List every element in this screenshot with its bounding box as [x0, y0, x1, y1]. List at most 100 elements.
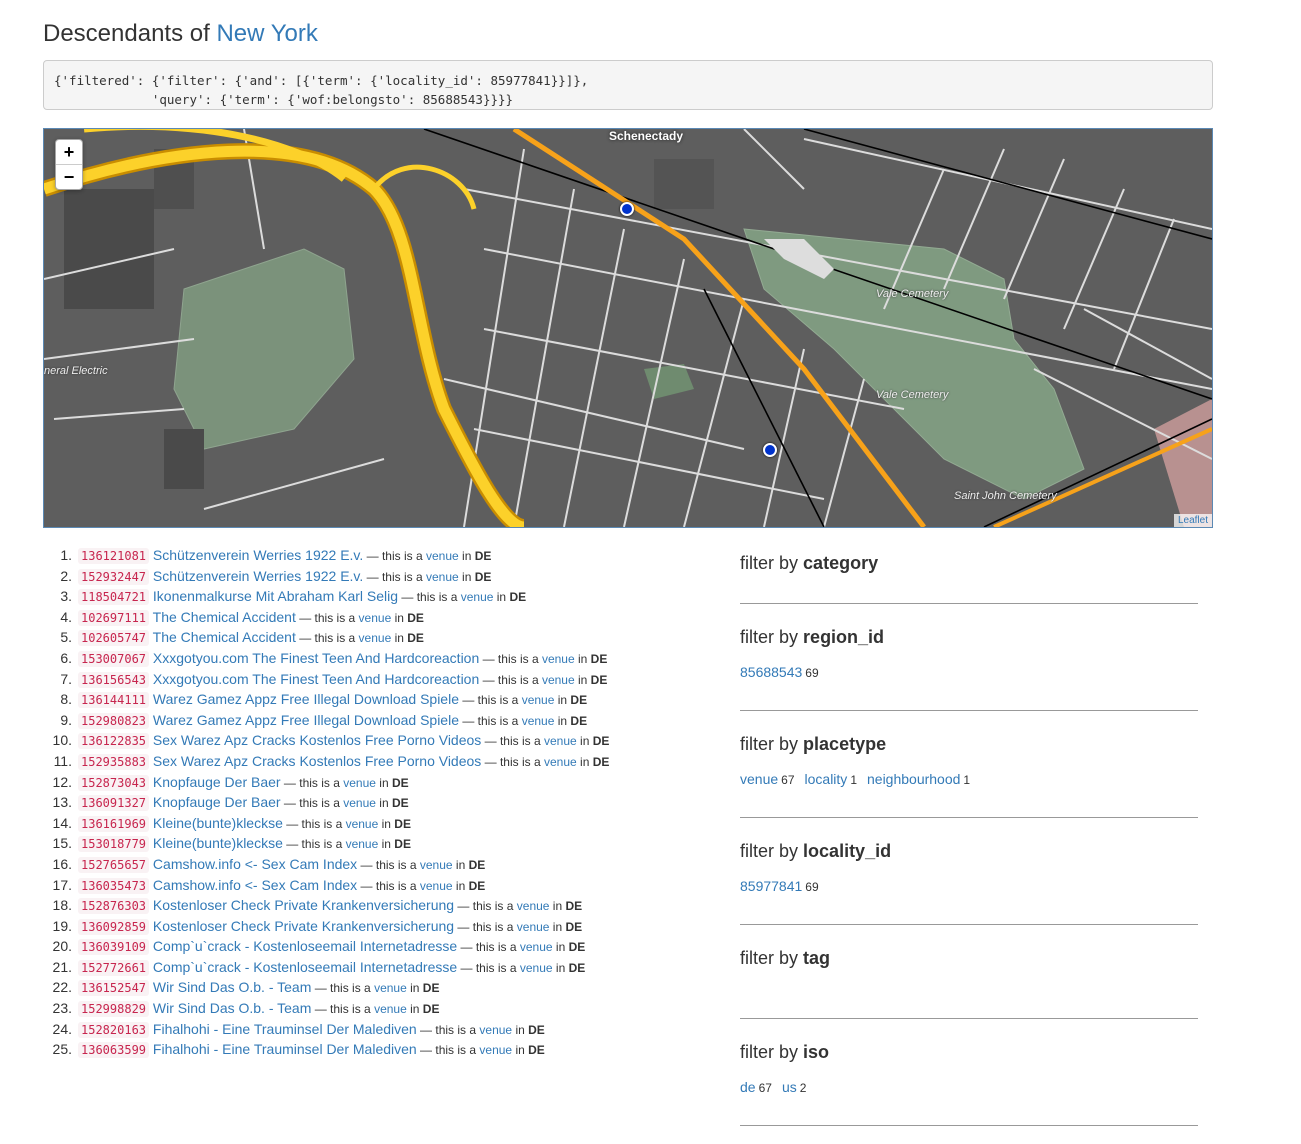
facet-prefix: filter by	[740, 1042, 799, 1062]
placetype-link[interactable]: venue	[479, 1043, 512, 1057]
list-item: 18. 152876303 Kostenloser Check Private K…	[53, 895, 609, 916]
placetype-link[interactable]: venue	[522, 693, 555, 707]
map[interactable]: Schenectady neral Electric Vale Cemetery…	[43, 128, 1213, 528]
wof-id: 136122835	[78, 733, 150, 750]
map-attribution-link[interactable]: Leaflet	[1173, 514, 1212, 527]
place-name-link[interactable]: Knopfauge Der Baer	[153, 774, 281, 790]
list-item: 6. 153007067 Xxxgotyou.com The Finest Tee…	[60, 648, 609, 669]
placetype-link[interactable]: venue	[461, 590, 494, 604]
facet-value-link[interactable]: de	[740, 1079, 756, 1095]
meta-sep: — this is a	[357, 857, 420, 872]
item-meta: — this is a venue in DE	[459, 714, 587, 728]
facet-values: de 67 us 2	[740, 1077, 1198, 1098]
placetype-link[interactable]: venue	[542, 652, 575, 666]
meta-sep: — this is a	[282, 837, 346, 852]
facet-value-link[interactable]: 85688543	[740, 664, 802, 680]
meta-sep: — this is a	[416, 1043, 480, 1058]
place-name-link[interactable]: Kostenloser Check Private Krankenversich…	[153, 918, 454, 934]
placetype-link[interactable]: venue	[479, 1023, 512, 1037]
place-name-link[interactable]: Sex Warez Apz Cracks Kostenlos Free Porn…	[153, 753, 481, 769]
meta-sep: — this is a	[363, 549, 426, 563]
placetype-link[interactable]: venue	[522, 714, 555, 728]
iso-code: DE	[474, 549, 492, 563]
place-name-link[interactable]: Fihalhohi - Eine Trauminsel Der Maledive…	[153, 1041, 417, 1057]
placetype-link[interactable]: venue	[426, 570, 459, 584]
meta-in: in	[375, 775, 392, 790]
place-name-link[interactable]: The Chemical Accident	[153, 629, 296, 645]
place-name-link[interactable]: Warez Gamez Appz Free Illegal Download S…	[153, 712, 459, 728]
place-name-link[interactable]: Wir Sind Das O.b. - Team	[153, 979, 311, 995]
place-name-link[interactable]: Comp`u`crack - Kostenloseemail Interneta…	[153, 938, 457, 954]
item-meta: — this is a venue in DE	[457, 961, 586, 975]
placetype-link[interactable]: venue	[542, 673, 575, 687]
place-name-link[interactable]: Camshow.info <- Sex Cam Index	[153, 856, 357, 872]
facet-tag: filter by tag	[740, 943, 1198, 1019]
facet-value-link[interactable]: 85977841	[740, 878, 802, 894]
placetype-link[interactable]: venue	[374, 1002, 407, 1016]
item-number: 15.	[52, 835, 72, 852]
placetype-link[interactable]: venue	[520, 961, 553, 975]
placetype-link[interactable]: venue	[544, 734, 577, 748]
item-meta: — this is a venue in DE	[363, 570, 492, 584]
place-name-link[interactable]: Camshow.info <- Sex Cam Index	[153, 877, 357, 893]
list-item: 21. 152772661 Comp`u`crack - Kostenloseem…	[53, 957, 609, 978]
placetype-link[interactable]: venue	[520, 940, 553, 954]
list-item: 8. 136144111 Warez Gamez Appz Free Illega…	[60, 689, 609, 710]
place-name-link[interactable]: Wir Sind Das O.b. - Team	[153, 1000, 311, 1016]
item-number: 17.	[52, 876, 72, 893]
placetype-link[interactable]: venue	[346, 837, 379, 851]
iso-code: DE	[422, 1002, 440, 1017]
place-name-link[interactable]: Kleine(bunte)kleckse	[153, 835, 283, 851]
placetype-link[interactable]: venue	[517, 920, 550, 934]
map-marker[interactable]	[620, 202, 634, 216]
facet-placetype: filter by placetype venue 67 locality 1 neigh…	[740, 729, 1198, 818]
place-name-link[interactable]: Ikonenmalkurse Mit Abraham Karl Selig	[153, 588, 398, 604]
place-name-link[interactable]: Schützenverein Werries 1922 E.v.	[153, 547, 363, 563]
meta-sep: — this is a	[311, 1002, 375, 1017]
place-name-link[interactable]: Xxxgotyou.com The Finest Teen And Hardco…	[153, 650, 479, 666]
place-name-link[interactable]: Warez Gamez Appz Free Illegal Download S…	[153, 691, 459, 707]
list-item: 24. 152820163 Fihalhohi - Eine Trauminsel…	[53, 1019, 609, 1040]
facet-value-link[interactable]: locality	[805, 771, 848, 787]
place-name-link[interactable]: Kleine(bunte)kleckse	[153, 815, 283, 831]
placetype-link[interactable]: venue	[343, 796, 376, 810]
facet-value-link[interactable]: us	[782, 1079, 797, 1095]
item-number: 24.	[52, 1020, 72, 1037]
placetype-link[interactable]: venue	[374, 981, 407, 995]
place-name-link[interactable]: Schützenverein Werries 1922 E.v.	[153, 568, 363, 584]
meta-sep: — this is a	[295, 631, 359, 646]
place-link[interactable]: New York	[216, 20, 317, 47]
facet-value-link[interactable]: neighbourhood	[867, 771, 960, 787]
placetype-link[interactable]: venue	[359, 611, 392, 625]
placetype-link[interactable]: venue	[343, 776, 376, 790]
zoom-in-button[interactable]: +	[56, 140, 82, 164]
place-name-link[interactable]: Xxxgotyou.com The Finest Teen And Hardco…	[153, 671, 479, 687]
facet-key: region_id	[803, 627, 885, 647]
place-name-link[interactable]: Fihalhohi - Eine Trauminsel Der Maledive…	[153, 1021, 417, 1037]
placetype-link[interactable]: venue	[544, 755, 577, 769]
placetype-link[interactable]: venue	[359, 631, 392, 645]
facet-value-link[interactable]: venue	[740, 771, 778, 787]
facet-key: iso	[803, 1042, 830, 1062]
place-name-link[interactable]: Kostenloser Check Private Krankenversich…	[153, 897, 454, 913]
meta-in: in	[552, 940, 569, 955]
placetype-link[interactable]: venue	[420, 879, 453, 893]
item-meta: — this is a venue in DE	[281, 796, 409, 810]
placetype-link[interactable]: venue	[426, 549, 459, 563]
zoom-out-button[interactable]: −	[56, 164, 82, 189]
wof-id: 152873043	[78, 774, 150, 791]
meta-in: in	[391, 610, 408, 625]
meta-in: in	[378, 816, 395, 831]
placetype-link[interactable]: venue	[517, 899, 550, 913]
item-meta: — this is a venue in DE	[311, 981, 440, 995]
place-name-link[interactable]: Comp`u`crack - Kostenloseemail Interneta…	[153, 959, 457, 975]
placetype-link[interactable]: venue	[420, 858, 453, 872]
placetype-link[interactable]: venue	[346, 817, 379, 831]
place-name-link[interactable]: Sex Warez Apz Cracks Kostenlos Free Porn…	[153, 732, 481, 748]
wof-id: 136063599	[78, 1042, 150, 1059]
map-label-general-electric: neral Electric	[44, 365, 108, 377]
list-item: 19. 136092859 Kostenloser Check Private K…	[53, 916, 609, 937]
place-name-link[interactable]: Knopfauge Der Baer	[153, 794, 281, 810]
map-marker[interactable]	[763, 443, 777, 457]
place-name-link[interactable]: The Chemical Accident	[153, 609, 296, 625]
